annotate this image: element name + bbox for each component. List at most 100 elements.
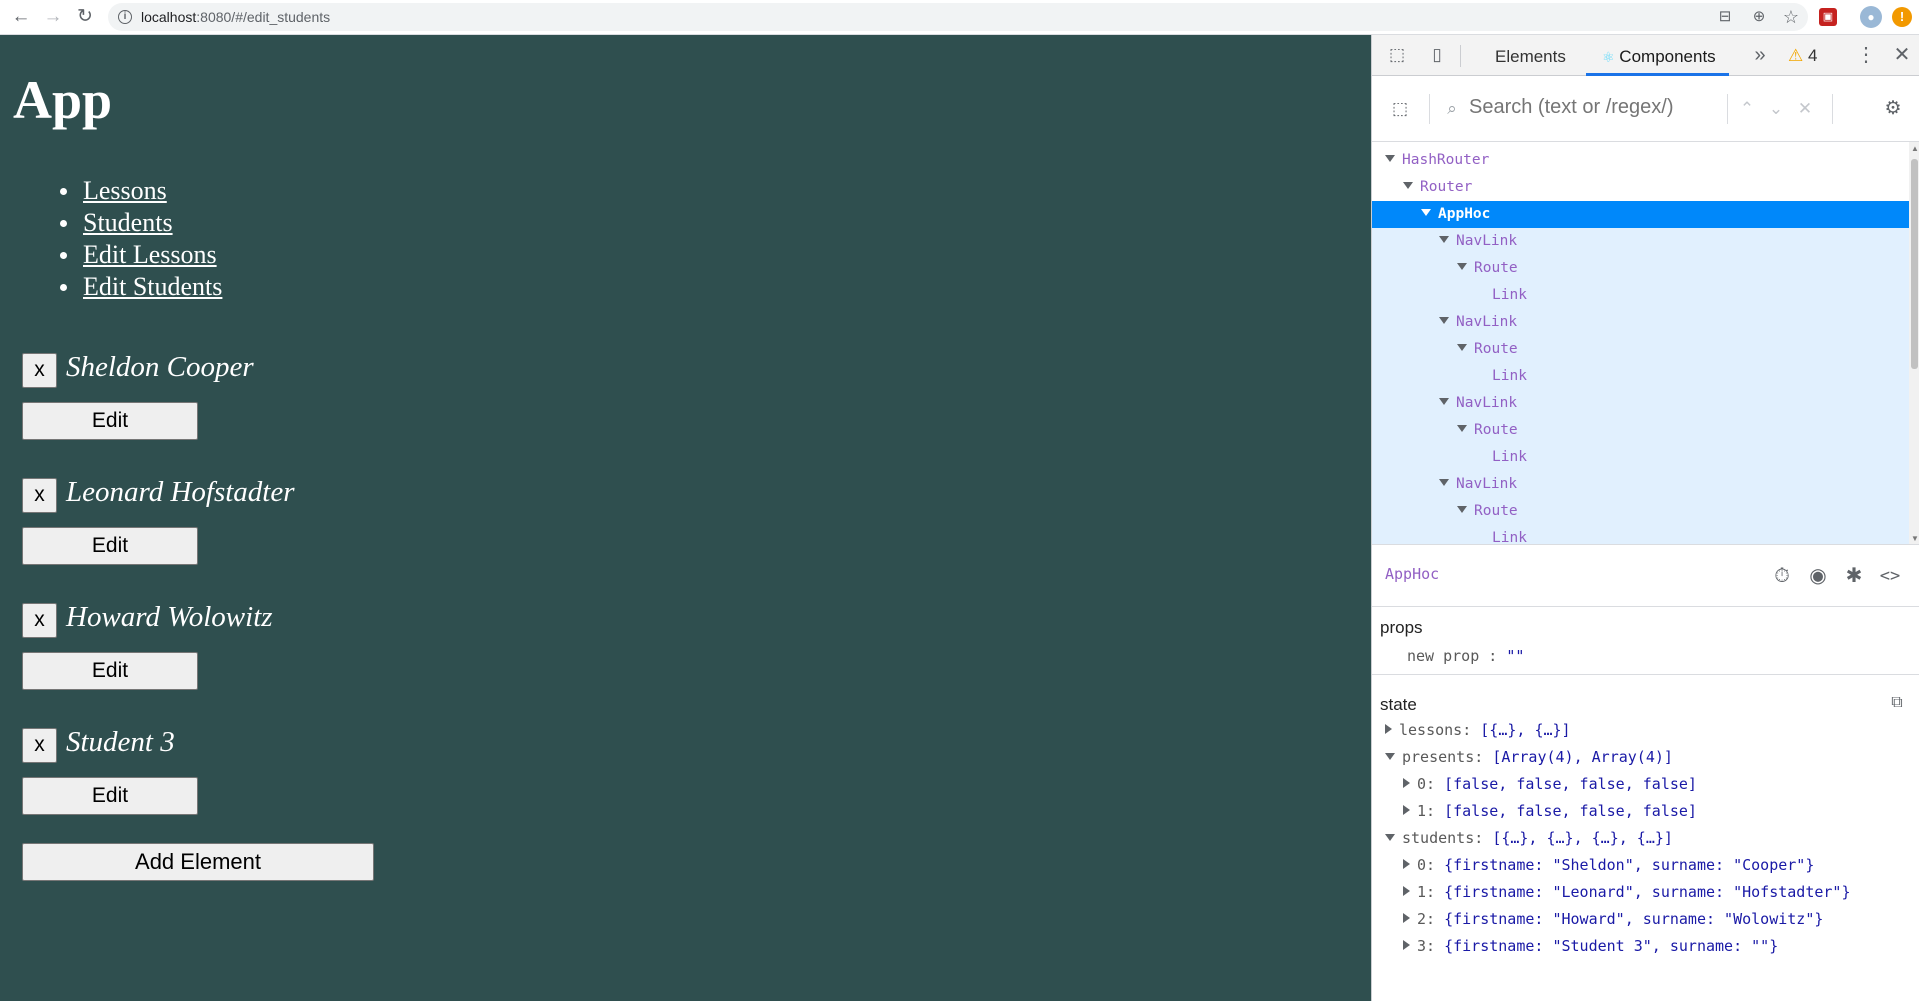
state-row-presents-0[interactable]: 0: [false, false, false, false] xyxy=(1403,771,1697,798)
tree-scroll-thumb[interactable] xyxy=(1911,159,1918,369)
profile-avatar-icon[interactable]: ● xyxy=(1860,6,1882,28)
scroll-down-arrow-icon[interactable]: ▼ xyxy=(1911,534,1919,543)
collapse-arrow-icon[interactable] xyxy=(1385,834,1395,841)
state-row-presents[interactable]: presents: [Array(4), Array(4)] xyxy=(1385,744,1673,771)
tree-node[interactable]: NavLink xyxy=(1372,228,1909,255)
expand-triangle-icon[interactable] xyxy=(1439,479,1449,486)
expand-triangle-icon[interactable] xyxy=(1457,344,1467,351)
app-title: App xyxy=(13,70,113,130)
tree-node[interactable]: Route xyxy=(1372,498,1909,525)
scroll-up-arrow-icon[interactable]: ▲ xyxy=(1911,144,1919,153)
new-prop-key[interactable]: new prop xyxy=(1407,647,1479,665)
edit-student-button[interactable]: Edit xyxy=(22,527,198,565)
expand-arrow-icon[interactable] xyxy=(1403,859,1410,869)
state-row-students-2[interactable]: 2: {firstname: "Howard", surname: "Wolow… xyxy=(1403,906,1823,933)
collapse-arrow-icon[interactable] xyxy=(1385,753,1395,760)
expand-triangle-icon[interactable] xyxy=(1439,317,1449,324)
expand-arrow-icon[interactable] xyxy=(1403,778,1410,788)
new-prop-value[interactable]: "" xyxy=(1506,647,1524,665)
tree-node[interactable]: Link xyxy=(1372,525,1909,544)
nav-link-students[interactable]: Students xyxy=(83,208,173,237)
eye-icon[interactable]: ◉ xyxy=(1803,561,1833,591)
expand-arrow-icon[interactable] xyxy=(1385,724,1392,734)
expand-triangle-icon[interactable] xyxy=(1439,398,1449,405)
expand-arrow-icon[interactable] xyxy=(1403,940,1410,950)
tree-node[interactable]: HashRouter xyxy=(1372,147,1909,174)
state-row-students-1[interactable]: 1: {firstname: "Leonard", surname: "Hofs… xyxy=(1403,879,1850,906)
edit-student-button[interactable]: Edit xyxy=(22,402,198,440)
tree-node[interactable]: Link xyxy=(1372,363,1909,390)
bookmark-star-icon[interactable]: ☆ xyxy=(1780,6,1802,28)
state-row-students-3[interactable]: 3: {firstname: "Student 3", surname: ""} xyxy=(1403,933,1778,960)
tree-node[interactable]: NavLink xyxy=(1372,471,1909,498)
prev-result-chevron-up-icon[interactable]: ⌃ xyxy=(1735,98,1759,120)
add-element-button[interactable]: Add Element xyxy=(22,843,374,881)
selected-component-name: AppHoc xyxy=(1385,565,1440,583)
expand-triangle-icon[interactable] xyxy=(1403,182,1413,189)
new-prop-row[interactable]: new prop : "" xyxy=(1407,647,1524,665)
settings-gear-icon[interactable]: ⚙ xyxy=(1881,98,1905,120)
search-icon: ⌕ xyxy=(1447,99,1457,118)
device-toolbar-icon[interactable]: ▯ xyxy=(1425,44,1449,66)
nav-link-edit-lessons[interactable]: Edit Lessons xyxy=(83,240,217,269)
forward-arrow-icon[interactable]: → xyxy=(40,4,66,30)
expand-triangle-icon[interactable] xyxy=(1439,236,1449,243)
state-row-students-0[interactable]: 0: {firstname: "Sheldon", surname: "Coop… xyxy=(1403,852,1814,879)
expand-arrow-icon[interactable] xyxy=(1403,913,1410,923)
expand-triangle-icon[interactable] xyxy=(1457,263,1467,270)
expand-triangle-icon[interactable] xyxy=(1421,209,1431,216)
back-arrow-icon[interactable]: ← xyxy=(8,4,34,30)
extension-icon[interactable]: ▣ xyxy=(1819,8,1837,26)
select-component-icon[interactable]: ⬚ xyxy=(1388,98,1412,120)
translate-icon[interactable]: ⊟ xyxy=(1714,6,1736,28)
expand-triangle-icon[interactable] xyxy=(1457,506,1467,513)
state-row-lessons[interactable]: lessons: [{…}, {…}] xyxy=(1385,717,1571,744)
address-bar[interactable]: i localhost:8080/#/edit_students xyxy=(108,3,1808,31)
state-row-students[interactable]: students: [{…}, {…}, {…}, {…}] xyxy=(1385,825,1673,852)
bug-icon[interactable]: ✱ xyxy=(1839,561,1869,591)
tree-node[interactable]: Route xyxy=(1372,255,1909,282)
update-alert-icon[interactable]: ! xyxy=(1892,7,1912,27)
tree-node[interactable]: NavLink xyxy=(1372,309,1909,336)
nav-link-edit-students[interactable]: Edit Students xyxy=(83,272,222,301)
tab-elements[interactable]: Elements xyxy=(1495,47,1566,67)
inspect-element-icon[interactable]: ⬚ xyxy=(1385,44,1409,66)
tree-node[interactable]: NavLink xyxy=(1372,390,1909,417)
close-devtools-icon[interactable]: ✕ xyxy=(1890,44,1914,66)
clear-search-icon[interactable]: ✕ xyxy=(1793,98,1817,120)
state-row-presents-1[interactable]: 1: [false, false, false, false] xyxy=(1403,798,1697,825)
tree-node[interactable]: Link xyxy=(1372,444,1909,471)
warnings-count: 4 xyxy=(1807,46,1818,65)
warnings-badge[interactable]: ⚠ 4 xyxy=(1788,46,1817,66)
kebab-menu-icon[interactable]: ⋮ xyxy=(1854,44,1878,66)
stopwatch-icon[interactable]: ⏱ xyxy=(1767,561,1797,591)
expand-triangle-icon[interactable] xyxy=(1385,155,1395,162)
expand-triangle-icon[interactable] xyxy=(1457,425,1467,432)
tree-node[interactable]: Router xyxy=(1372,174,1909,201)
site-info-icon[interactable]: i xyxy=(118,10,132,24)
tree-node[interactable]: Route xyxy=(1372,417,1909,444)
remove-student-button[interactable]: x xyxy=(22,478,57,513)
tab-components[interactable]: ⚛ Components xyxy=(1602,47,1716,67)
tree-node[interactable]: Link xyxy=(1372,282,1909,309)
component-search-input[interactable] xyxy=(1469,96,1699,119)
edit-student-button[interactable]: Edit xyxy=(22,652,198,690)
copy-icon[interactable]: ⧉ xyxy=(1882,688,1912,718)
edit-student-button[interactable]: Edit xyxy=(22,777,198,815)
zoom-icon[interactable]: ⊕ xyxy=(1748,6,1770,28)
remove-student-button[interactable]: x xyxy=(22,728,57,763)
expand-arrow-icon[interactable] xyxy=(1403,886,1410,896)
tree-scrollbar[interactable]: ▲ ▼ xyxy=(1909,142,1919,544)
more-tabs-chevron-icon[interactable]: » xyxy=(1748,44,1772,66)
url-text: localhost:8080/#/edit_students xyxy=(141,9,330,25)
remove-student-button[interactable]: x xyxy=(22,353,57,388)
reload-icon[interactable]: ↻ xyxy=(72,4,98,30)
tree-node[interactable]: Route xyxy=(1372,336,1909,363)
view-source-code-icon[interactable]: <> xyxy=(1875,561,1905,591)
expand-arrow-icon[interactable] xyxy=(1403,805,1410,815)
nav-link-lessons[interactable]: Lessons xyxy=(83,176,167,205)
remove-student-button[interactable]: x xyxy=(22,603,57,638)
next-result-chevron-down-icon[interactable]: ⌄ xyxy=(1764,98,1788,120)
tree-node-selected[interactable]: AppHoc xyxy=(1372,201,1909,228)
tree-node-label: NavLink xyxy=(1456,233,1518,249)
